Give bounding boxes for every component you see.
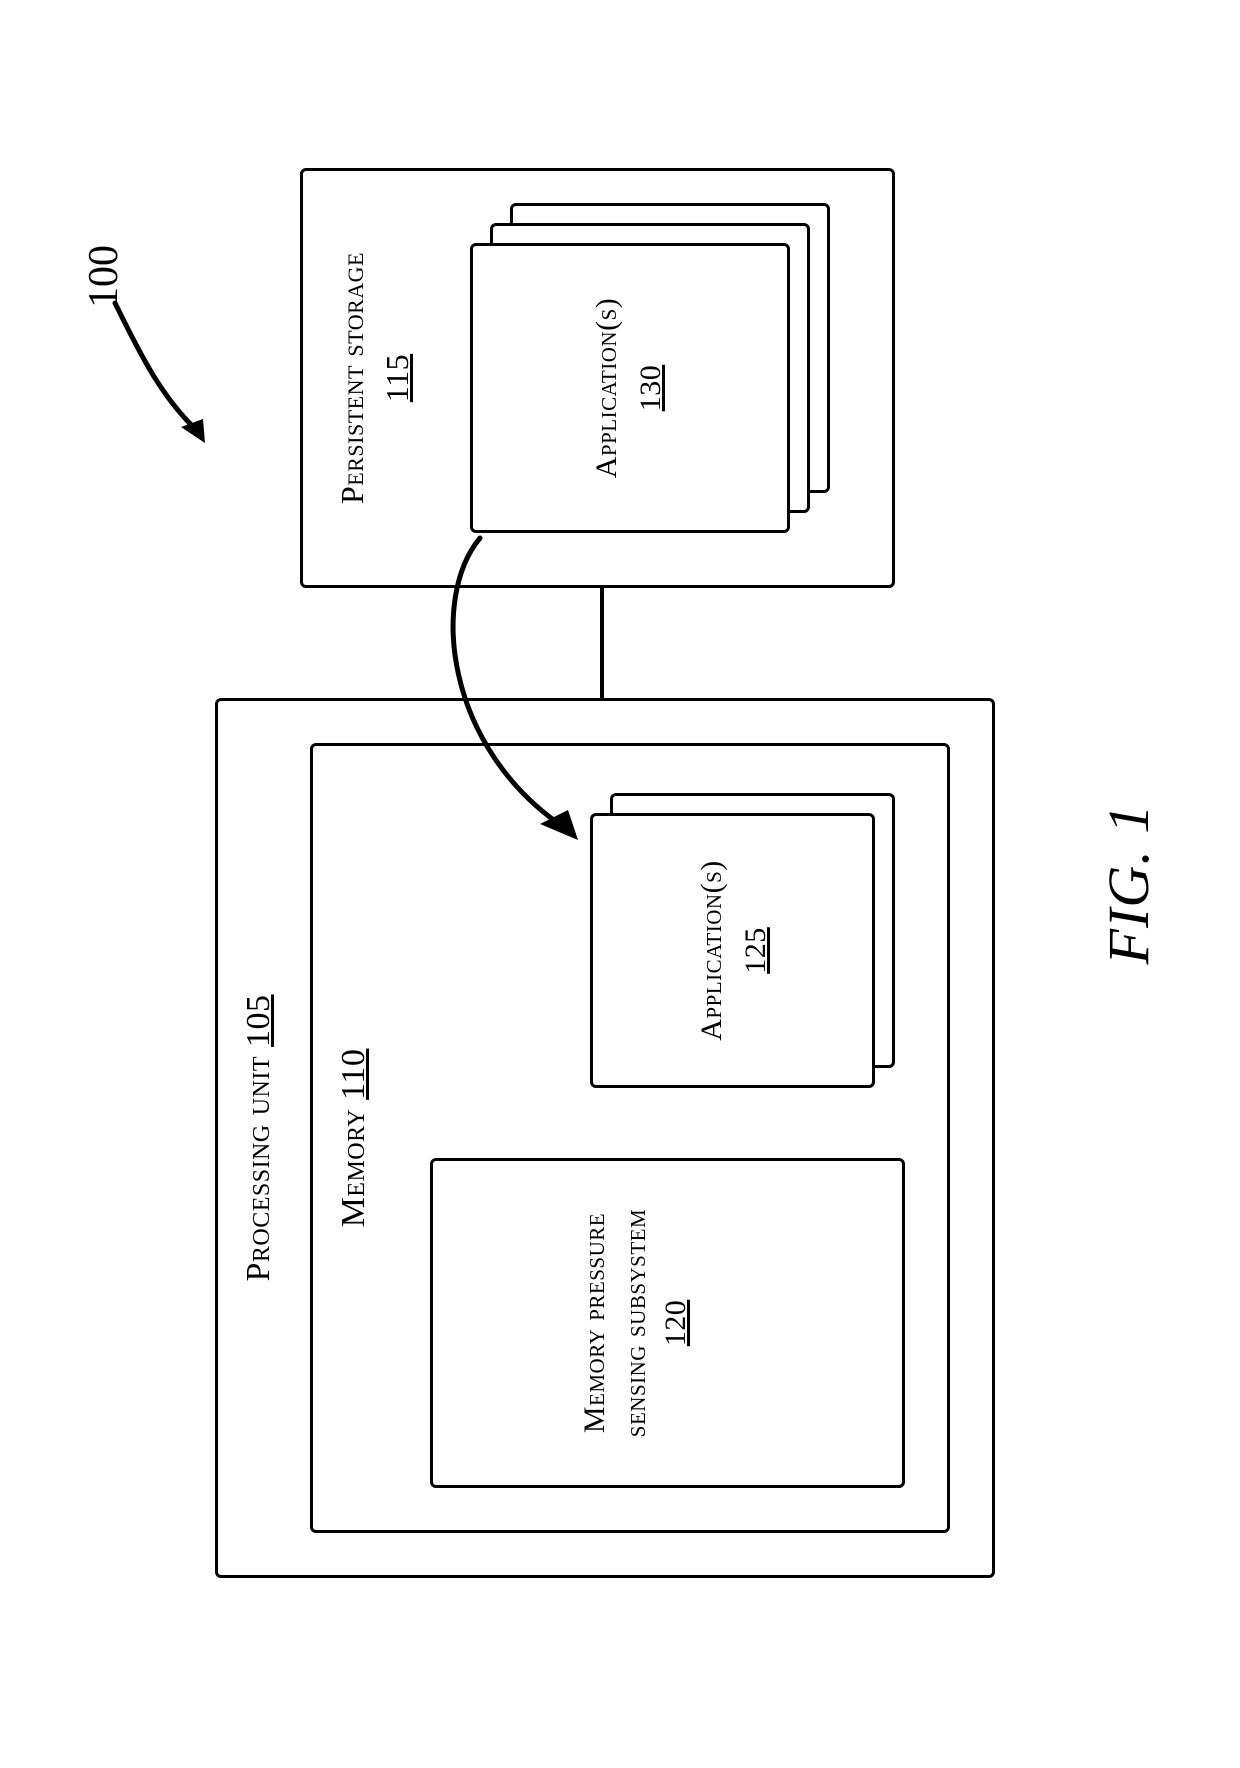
figure-caption: FIG. 1 bbox=[1095, 0, 1162, 1768]
diagram-canvas: 100 Processing unit 105 Memory 110 Memor… bbox=[0, 0, 1240, 1768]
processing-unit-label: Processing unit 105 bbox=[240, 698, 278, 1578]
figure-number-arrow-icon bbox=[105, 293, 215, 453]
apps-storage-label: Application(s) 130 bbox=[585, 243, 672, 533]
load-arrow-icon bbox=[420, 508, 600, 868]
apps-memory-label: Application(s) 125 bbox=[690, 813, 777, 1088]
persistent-storage-label: Persistent storage 115 bbox=[330, 168, 420, 588]
memory-pressure-label: Memory pressure sensing subsystem 120 bbox=[575, 1158, 697, 1488]
memory-label: Memory 110 bbox=[335, 743, 373, 1533]
